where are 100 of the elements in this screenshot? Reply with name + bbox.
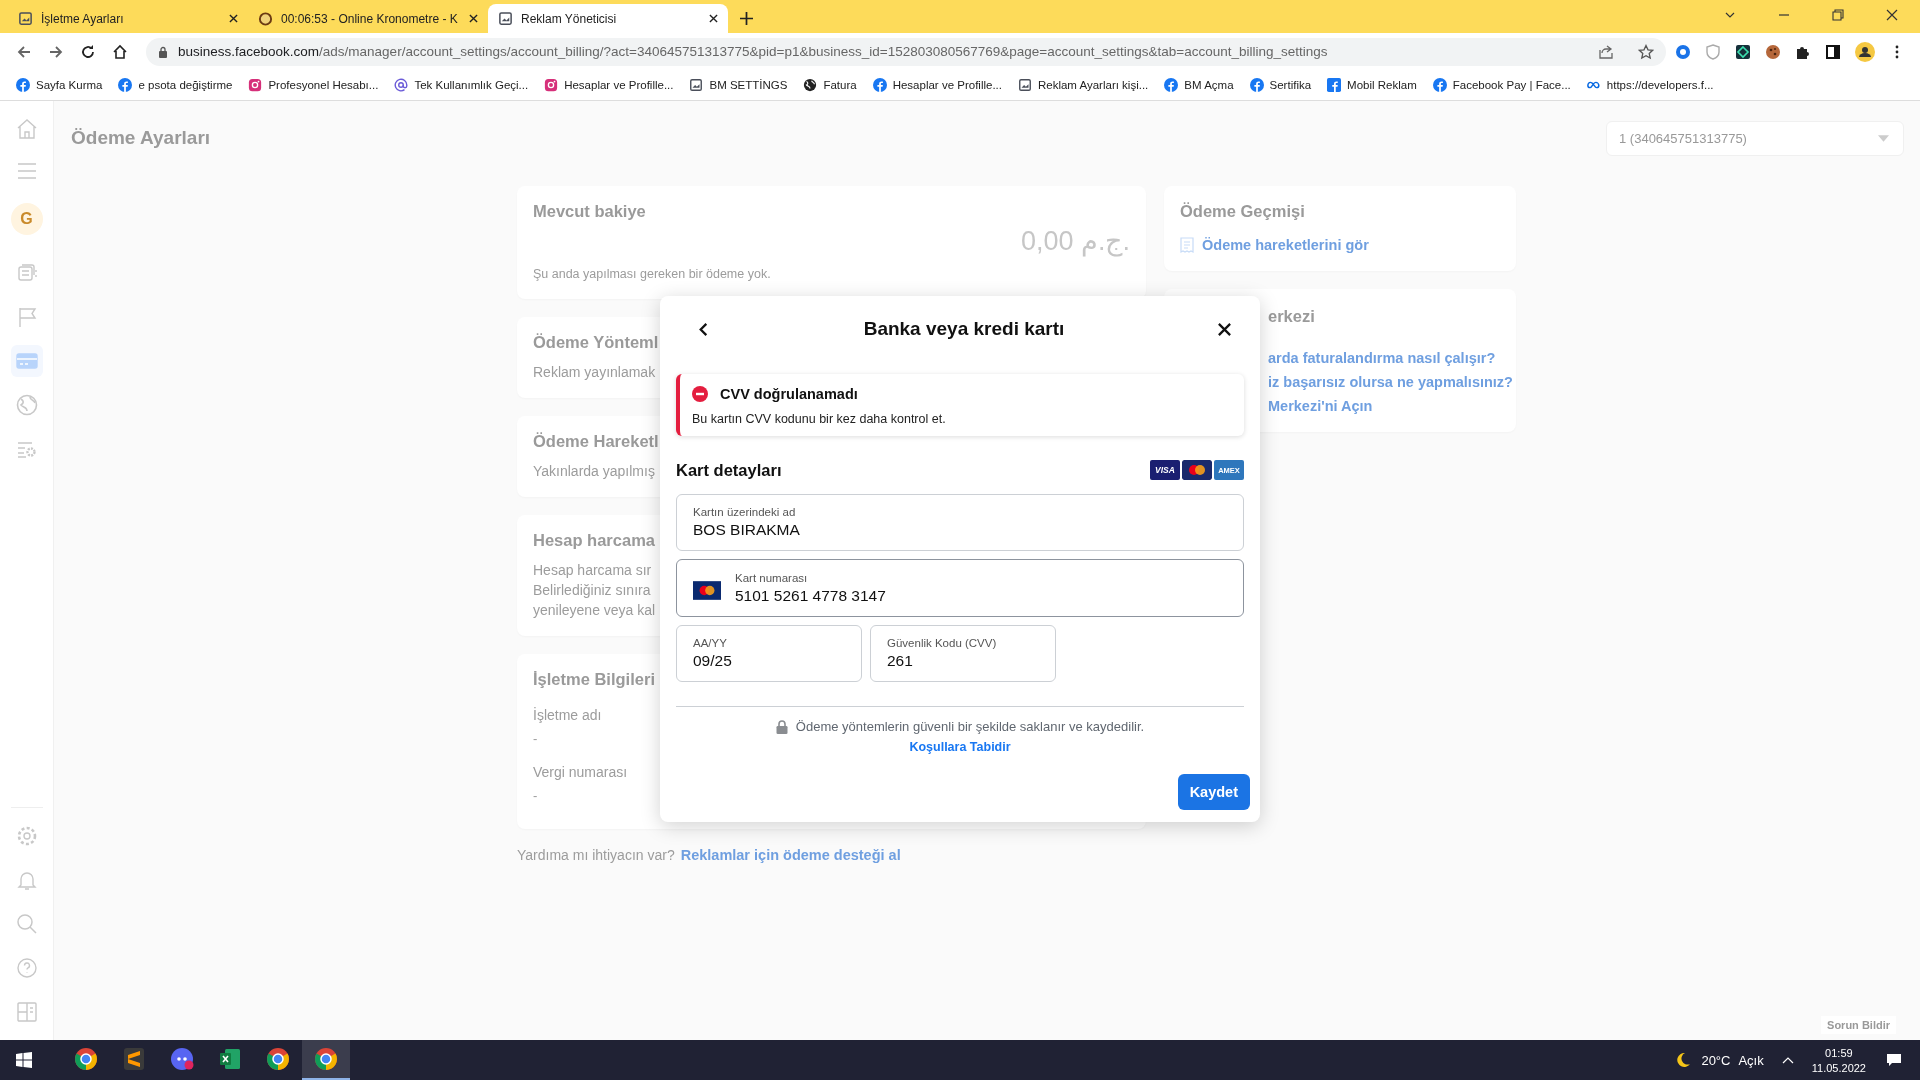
receipt-icon <box>1180 237 1194 253</box>
field-value: BOS BIRAKMA <box>693 521 800 539</box>
input-field[interactable]: Güvenlik Kodu (CVV) 261 <box>870 625 1056 682</box>
bookmark[interactable]: Sayfa Kurma <box>10 78 109 92</box>
circle-f-icon <box>1432 78 1447 92</box>
field-label: Güvenlik Kodu (CVV) <box>887 637 997 649</box>
close-icon[interactable] <box>229 14 238 23</box>
help-text: Yardıma mı ihtiyacın var? <box>517 847 675 863</box>
bookmark[interactable]: Facebook Pay | Face... <box>1426 78 1577 92</box>
field-label: Vergi numarası <box>533 764 628 780</box>
dialog-title: Banka veya kredi kartı <box>863 318 1065 340</box>
bookmark[interactable]: Tek Kullanımlık Geçi... <box>388 78 535 92</box>
field-value: 261 <box>887 652 914 670</box>
security-note: Ödeme yöntemlerin güvenli bir şekilde saklanır ve kaydedilir. <box>795 719 1145 734</box>
globe-icon <box>803 78 818 92</box>
field-label: AA/YY <box>693 637 728 649</box>
close-icon[interactable] <box>1886 9 1898 21</box>
weather-text: Açık <box>1738 1052 1764 1068</box>
bookmark[interactable]: Hesaplar ve Profille... <box>866 78 1008 92</box>
close-icon[interactable] <box>1217 321 1232 337</box>
browser-tab[interactable]: Reklam Yöneticisi <box>488 4 728 33</box>
field-value: 5101 5261 4778 3147 <box>735 586 886 605</box>
card-title: Ödeme Geçmişi <box>1180 202 1305 221</box>
url-text: business.facebook.com/ads/manager/account_settings/account_billing/?act=340645751313775&pid=p1&business_id=152803080567769&page=account_settings&tab=account_billing_settings <box>178 44 1328 59</box>
save-button[interactable]: Kaydet <box>1177 774 1250 810</box>
bookmark[interactable]: Sertifika <box>1243 78 1318 92</box>
close-icon[interactable] <box>709 14 718 23</box>
lock-icon <box>158 45 168 58</box>
address-bar[interactable]: business.facebook.com/ads/manager/account_settings/account_billing/?act=340645751313775&pid=p1&business_id=152803080567769&page=account_settings&tab=account_billing_settings <box>146 37 1666 66</box>
bookmark[interactable]: BM Açma <box>1158 78 1240 92</box>
document-icon <box>498 11 513 26</box>
mastercard-icon <box>693 580 721 600</box>
bookmark[interactable]: Fatura <box>797 78 863 92</box>
new-tab-icon[interactable] <box>740 12 753 25</box>
page-title: Ödeme Ayarları <box>71 127 211 149</box>
alert-message: Bu kartın CVV kodunu bir kez daha kontrol et. <box>692 412 947 426</box>
bookmark[interactable]: Profesyonel Hesabı... <box>242 78 385 92</box>
mastercard-logo <box>1182 460 1212 480</box>
square-f-icon <box>1327 78 1342 92</box>
caret-icon <box>1878 135 1889 142</box>
card-title: erkezi <box>1268 307 1315 326</box>
bookmark[interactable]: e psota değiştirme <box>112 78 239 92</box>
browser-tab[interactable]: İşletme Ayarları <box>8 4 248 33</box>
card-title: Hesap harcama <box>533 531 655 550</box>
share-icon[interactable] <box>1598 43 1614 60</box>
temperature: 20°C <box>1701 1052 1731 1068</box>
field-value: 09/25 <box>693 652 732 670</box>
chevron-up-icon[interactable] <box>1781 1056 1794 1064</box>
field-label: İşletme adı <box>533 707 602 723</box>
card-text: yenileyene veya kal <box>533 602 656 618</box>
circle-f-icon <box>16 78 30 92</box>
star-icon[interactable] <box>1638 43 1654 60</box>
browser-tab[interactable]: 00:06:53 - Online Kronometre - K <box>248 4 488 33</box>
bookmark[interactable]: Mobil Reklam <box>1321 78 1423 92</box>
circle-f-icon <box>118 78 133 92</box>
document-icon <box>689 78 704 92</box>
bookmark[interactable]: Reklam Ayarları kişi... <box>1011 78 1155 92</box>
field-label: Kart numarası <box>735 571 809 584</box>
chrome-app-icon[interactable] <box>302 1040 350 1080</box>
moon-icon <box>1675 1052 1692 1068</box>
at-sign-icon <box>394 78 409 92</box>
cookie-icon[interactable] <box>1765 43 1781 60</box>
terms-link[interactable]: Koşullara Tabidir <box>909 740 1011 754</box>
close-icon[interactable] <box>469 14 478 23</box>
balance-amount: 0,00 ج.م. <box>1020 225 1130 257</box>
document-icon <box>18 11 33 26</box>
circle-f-icon <box>1249 78 1264 92</box>
timer-icon <box>258 11 273 26</box>
card-title: Mevcut bakiye <box>533 202 646 221</box>
error-icon <box>692 386 708 402</box>
card-title: Ödeme Hareketl <box>533 432 659 451</box>
card-title: İşletme Bilgileri <box>533 670 655 689</box>
bookmark[interactable]: Hesaplar ve Profille... <box>538 78 680 92</box>
windows-icon[interactable] <box>16 1052 32 1068</box>
card-number-field[interactable]: Kart numarası 5101 5261 4778 3147 <box>676 559 1244 617</box>
input-field[interactable]: AA/YY 09/25 <box>676 625 862 682</box>
side-panel-icon[interactable] <box>1825 43 1841 60</box>
field-value: - <box>533 788 538 803</box>
notification-icon[interactable] <box>1886 1052 1902 1068</box>
camera-icon <box>248 78 263 92</box>
input-field[interactable]: Kartın üzerindeki ad BOS BIRAKMA <box>676 494 1244 551</box>
restore-icon[interactable] <box>1832 9 1844 21</box>
circle-f-icon <box>1164 78 1179 92</box>
lock-icon <box>775 719 788 734</box>
card-text: Yakınlarda yapılmış <box>533 463 655 479</box>
circle-f-icon <box>872 78 887 92</box>
diamond-icon[interactable] <box>1735 43 1751 60</box>
balance-note: Şu anda yapılması gereken bir ödeme yok. <box>533 267 771 281</box>
section-title: Kart detayları <box>676 460 782 480</box>
card-text: Belirlediğiniz sınıra <box>533 582 651 598</box>
visa-logo: VISA <box>1150 460 1180 480</box>
camera-icon <box>544 78 559 92</box>
card-text: Reklam yayınlamak <box>533 364 656 380</box>
clock[interactable]: 01:59 11.05.2022 <box>1811 1046 1866 1074</box>
bookmark[interactable]: BM SETTİNGS <box>683 78 794 92</box>
card-title: Ödeme Yönteml <box>533 333 659 352</box>
field-value: - <box>533 731 538 746</box>
field-label: Kartın üzerindeki ad <box>693 506 797 518</box>
profile-icon[interactable] <box>1855 41 1875 62</box>
bookmark[interactable]: https://developers.f... <box>1580 78 1720 92</box>
